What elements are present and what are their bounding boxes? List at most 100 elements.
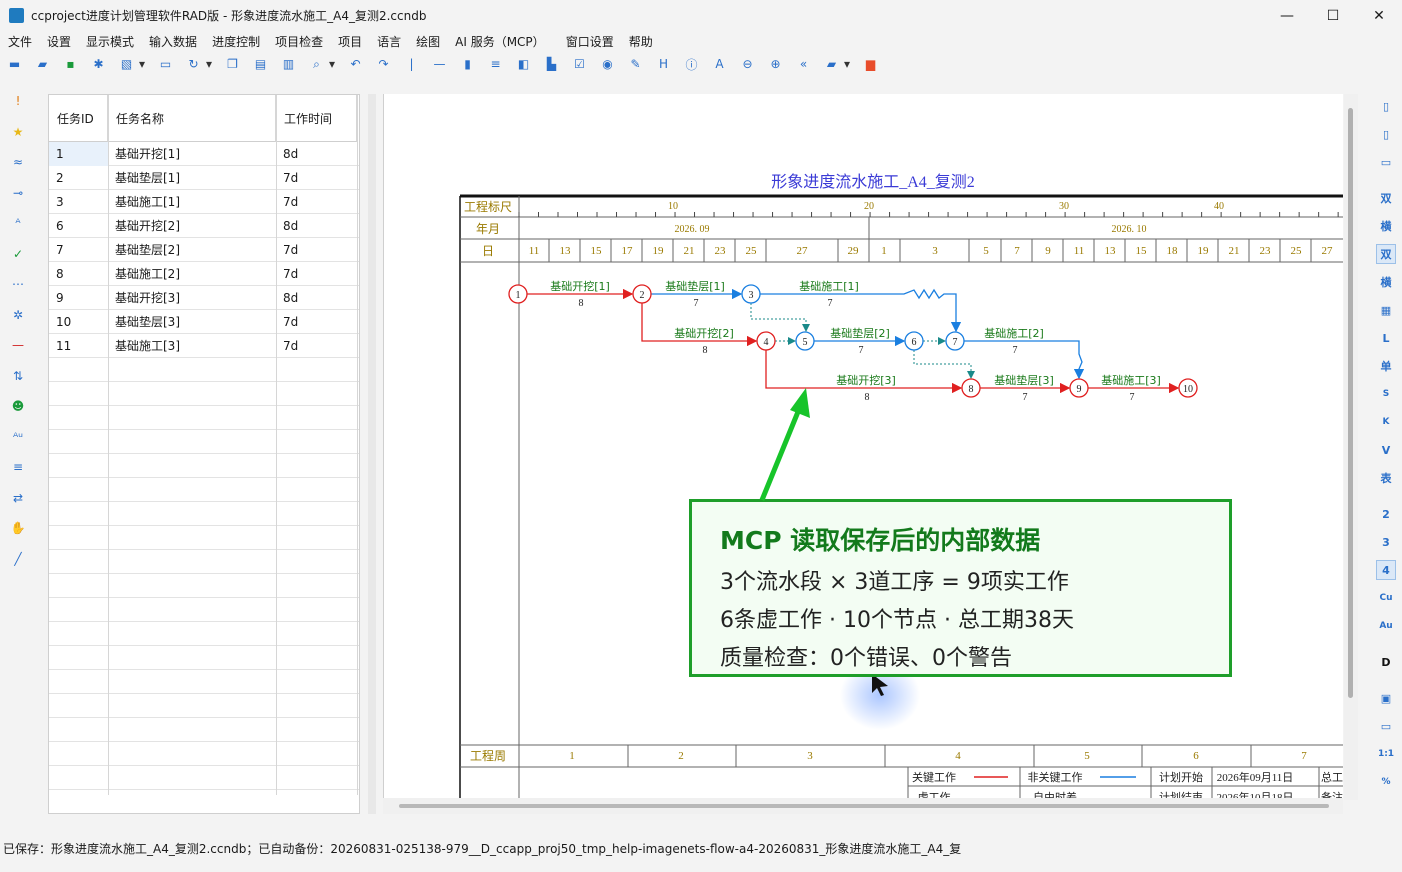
refresh-icon[interactable]: ↻	[185, 56, 202, 73]
paste-icon[interactable]: ▤	[252, 56, 269, 73]
star-icon[interactable]: ★	[9, 123, 27, 141]
hand-icon[interactable]: ✋	[9, 519, 27, 537]
view-mode-button[interactable]: 单	[1376, 356, 1396, 376]
users-icon[interactable]: ☻	[9, 397, 27, 415]
table-row[interactable]: 10 基础垫层[3] 7d	[49, 310, 359, 334]
folder-icon[interactable]: ▰	[823, 56, 840, 73]
cell-duration[interactable]: 7d	[276, 262, 357, 286]
view-mode-button[interactable]: V	[1376, 440, 1396, 460]
wave-icon[interactable]: ≈	[9, 153, 27, 171]
column-header-name[interactable]: 任务名称	[108, 95, 276, 142]
view-mode-button[interactable]: 1:1	[1376, 744, 1396, 764]
table-row[interactable]	[49, 598, 359, 622]
cell-task-name[interactable]: 基础开挖[2]	[108, 214, 276, 238]
view-mode-button[interactable]: 双	[1376, 188, 1396, 208]
cell-duration[interactable]: 8d	[276, 286, 357, 310]
check-icon[interactable]: ✓	[9, 245, 27, 263]
palette-icon[interactable]: ◉	[599, 56, 616, 73]
contrast-icon[interactable]: ◧	[515, 56, 532, 73]
table-row[interactable]	[49, 742, 359, 766]
view-mode-button[interactable]: 4	[1376, 560, 1396, 580]
table-row[interactable]	[49, 718, 359, 742]
view-mode-button[interactable]: 横	[1376, 216, 1396, 236]
cell-task-id[interactable]: 9	[49, 286, 108, 310]
dropdown-icon[interactable]: ▾	[843, 56, 851, 73]
cell-task-id[interactable]: 10	[49, 310, 108, 334]
table-row[interactable]	[49, 694, 359, 718]
view-mode-button[interactable]: 2	[1376, 504, 1396, 524]
table-row[interactable]	[49, 670, 359, 694]
table-row[interactable]	[49, 478, 359, 502]
new-icon[interactable]: ▬	[6, 56, 23, 73]
line-icon[interactable]: —	[431, 56, 448, 73]
cell-task-id[interactable]: 11	[49, 334, 108, 358]
view-mode-button[interactable]: ▭	[1376, 152, 1396, 172]
menu-item[interactable]: AI 服务（MCP）	[447, 33, 552, 50]
table-row[interactable]	[49, 574, 359, 598]
a-icon[interactable]: A	[711, 56, 728, 73]
table-row[interactable]	[49, 646, 359, 670]
print-icon[interactable]: ▭	[157, 56, 174, 73]
cell-duration[interactable]: 7d	[276, 166, 357, 190]
table-row[interactable]	[49, 406, 359, 430]
edit-icon[interactable]: ✎	[627, 56, 644, 73]
view-mode-button[interactable]: K	[1376, 412, 1396, 432]
vertical-scrollbar[interactable]	[1344, 94, 1358, 800]
view-mode-button[interactable]: 表	[1376, 468, 1396, 488]
dropdown-icon[interactable]: ▾	[205, 56, 213, 73]
menu-item[interactable]: 显示模式	[78, 33, 141, 50]
table-row[interactable]	[49, 526, 359, 550]
menu-item[interactable]: 窗口设置	[552, 33, 621, 50]
view-mode-button[interactable]: ▯	[1376, 124, 1396, 144]
table-row[interactable]	[49, 550, 359, 574]
table-row[interactable]: 1 基础开挖[1] 8d	[49, 142, 359, 166]
table-row[interactable]: 11 基础施工[3] 7d	[49, 334, 359, 358]
briefcase-icon[interactable]: ▆	[862, 56, 879, 73]
pen-icon[interactable]: ╱	[9, 550, 27, 568]
column-icon[interactable]: ▮	[459, 56, 476, 73]
menu-item[interactable]: 输入数据	[141, 33, 204, 50]
cell-task-name[interactable]: 基础开挖[3]	[108, 286, 276, 310]
view-mode-button[interactable]: 双	[1376, 244, 1396, 264]
cell-duration[interactable]: 7d	[276, 190, 357, 214]
save-icon[interactable]: ▪	[62, 56, 79, 73]
view-mode-button[interactable]: ▦	[1376, 300, 1396, 320]
cell-task-id[interactable]: 7	[49, 238, 108, 262]
cell-task-name[interactable]: 基础开挖[1]	[108, 142, 276, 166]
horizontal-scroll-thumb[interactable]	[399, 804, 1329, 808]
close-button[interactable]: ✕	[1356, 0, 1402, 31]
view-mode-button[interactable]: L	[1376, 328, 1396, 348]
dropdown-icon[interactable]: ▾	[138, 56, 146, 73]
menu-item[interactable]: 项目	[330, 33, 369, 50]
table-row[interactable]: 2 基础垫层[1] 7d	[49, 166, 359, 190]
exclamation-icon[interactable]: !	[9, 92, 27, 110]
view-mode-button[interactable]: 横	[1376, 272, 1396, 292]
gear-icon[interactable]: ✲	[9, 306, 27, 324]
pane-splitter[interactable]	[368, 94, 376, 814]
horizontal-scrollbar[interactable]	[383, 798, 1343, 814]
menu-item[interactable]: 设置	[39, 33, 78, 50]
table-row[interactable]	[49, 502, 359, 526]
menu-item[interactable]: 项目检查	[267, 33, 330, 50]
table-row[interactable]: 7 基础垫层[2] 7d	[49, 238, 359, 262]
cell-duration[interactable]: 7d	[276, 238, 357, 262]
cell-task-name[interactable]: 基础施工[3]	[108, 334, 276, 358]
view-mode-button[interactable]: Cu	[1376, 588, 1396, 608]
cell-task-id[interactable]: 3	[49, 190, 108, 214]
au-icon[interactable]: ᴬᵘ	[9, 428, 27, 446]
link-icon[interactable]: ⊸	[9, 184, 27, 202]
export-icon[interactable]: ▧	[118, 56, 135, 73]
view-mode-button[interactable]: D	[1376, 652, 1396, 672]
cell-duration[interactable]: 7d	[276, 310, 357, 334]
menu-item[interactable]: 文件	[0, 33, 39, 50]
cell-task-id[interactable]: 8	[49, 262, 108, 286]
view-mode-button[interactable]: %	[1376, 772, 1396, 792]
cell-task-id[interactable]: 2	[49, 166, 108, 190]
table-row[interactable]: 9 基础开挖[3] 8d	[49, 286, 359, 310]
cell-task-name[interactable]: 基础施工[1]	[108, 190, 276, 214]
menu-item[interactable]: 进度控制	[204, 33, 267, 50]
table-row[interactable]: 6 基础开挖[2] 8d	[49, 214, 359, 238]
table-row[interactable]: 8 基础施工[2] 7d	[49, 262, 359, 286]
dots-icon[interactable]: ⋯	[9, 275, 27, 293]
check-icon[interactable]: ☑	[571, 56, 588, 73]
